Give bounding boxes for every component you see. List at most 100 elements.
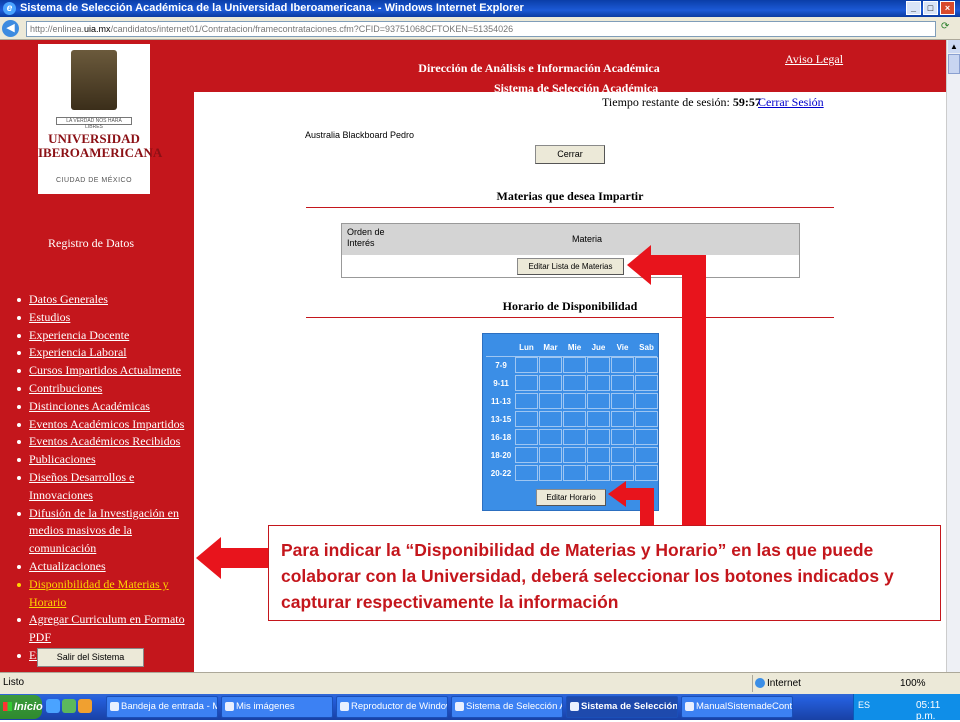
- minimize-button[interactable]: _: [906, 1, 921, 15]
- schedule-cell: [563, 357, 586, 373]
- legal-notice-link[interactable]: Aviso Legal: [785, 52, 843, 67]
- schedule-grid: Lun Mar Mie Jue Vie Sab 7-9 9-11 11-13 1…: [482, 333, 659, 511]
- day-header: Lun: [519, 343, 534, 352]
- vertical-scrollbar[interactable]: ▲: [946, 40, 960, 672]
- address-bar: ◀ http://enlinea.uia.mx/candidatos/inter…: [0, 17, 960, 40]
- sidebar-item-curriculum-pdf[interactable]: Agregar Curriculum en Formato PDF: [17, 611, 192, 647]
- sidebar-item-experiencia-laboral[interactable]: Experiencia Laboral: [17, 344, 192, 362]
- session-time: 59:57: [732, 95, 761, 109]
- schedule-cell: [635, 411, 658, 427]
- schedule-cell: [611, 393, 634, 409]
- sidebar-item-eventos-recibidos[interactable]: Eventos Académicos Recibidos: [17, 433, 192, 451]
- sidebar-menu: Datos Generales Estudios Experiencia Doc…: [17, 291, 192, 665]
- globe-icon: [755, 678, 765, 688]
- sidebar-item-disponibilidad[interactable]: Disponibilidad de Materias y Horario: [17, 576, 192, 612]
- schedule-cell: [635, 447, 658, 463]
- schedule-cell: [539, 357, 562, 373]
- callout-text: Para indicar la “Disponibilidad de Mater…: [281, 540, 894, 612]
- close-button[interactable]: Cerrar: [535, 145, 605, 164]
- schedule-cell: [611, 357, 634, 373]
- window-title-bar: e Sistema de Selección Académica de la U…: [0, 0, 960, 17]
- scroll-thumb[interactable]: [948, 54, 960, 74]
- edit-subjects-button[interactable]: Editar Lista de Materias: [517, 258, 624, 275]
- schedule-cell: [635, 465, 658, 481]
- sidebar-item-actualizaciones[interactable]: Actualizaciones: [17, 558, 192, 576]
- user-name: Australia Blackboard Pedro: [305, 130, 415, 140]
- logout-link[interactable]: Cerrar Sesión: [758, 95, 824, 110]
- logout-button[interactable]: Salir del Sistema: [37, 648, 144, 667]
- schedule-cell: [587, 357, 610, 373]
- folder-icon: [225, 702, 234, 711]
- annotation-arrow-head: [196, 537, 221, 579]
- quicklaunch-icon[interactable]: [78, 699, 92, 713]
- annotation-arrow-shaft: [220, 548, 268, 568]
- security-zone: Internet: [752, 675, 867, 692]
- schedule-cell: [515, 393, 538, 409]
- close-window-button[interactable]: ×: [940, 1, 955, 15]
- col-order-header: Orden de Interés: [347, 227, 385, 248]
- outlook-icon: [110, 702, 119, 711]
- annotation-arrow-shaft: [625, 488, 654, 500]
- ie-quicklaunch-icon[interactable]: [46, 699, 60, 713]
- subjects-section-title: Materias que desea Impartir: [306, 189, 834, 208]
- schedule-cell: [611, 429, 634, 445]
- page-content: LA VERDAD NOS HARÁ LIBRES UNIVERSIDAD IBE…: [0, 40, 946, 672]
- sidebar-item-datos-generales[interactable]: Datos Generales: [17, 291, 192, 309]
- taskbar-item[interactable]: Reproductor de Window...: [336, 696, 448, 718]
- taskbar-item-active[interactable]: Sistema de Selección ...: [566, 696, 678, 718]
- annotation-arrow-shaft: [648, 255, 706, 275]
- day-header: Jue: [591, 343, 606, 352]
- status-text: Listo: [3, 677, 25, 688]
- sidebar-item-disenos[interactable]: Diseños Desarrollos e Innovaciones: [17, 469, 192, 505]
- schedule-cell: [539, 375, 562, 391]
- header-subtitle: Sistema de Selección Académica: [494, 81, 659, 95]
- schedule-cell: [635, 393, 658, 409]
- schedule-cell: [515, 429, 538, 445]
- subjects-table: Orden de Interés Materia Editar Lista de…: [341, 223, 800, 278]
- quicklaunch-icon[interactable]: [62, 699, 76, 713]
- day-header: Sab: [639, 343, 654, 352]
- slot-label: 7-9: [495, 361, 507, 370]
- refresh-icon[interactable]: ⟳: [941, 21, 955, 36]
- start-button[interactable]: Inicio: [0, 695, 43, 719]
- schedule-cell: [539, 447, 562, 463]
- col-subject-header: Materia: [572, 234, 603, 244]
- slot-label: 16-18: [490, 433, 512, 442]
- schedule-cell: [587, 447, 610, 463]
- taskbar-item[interactable]: Bandeja de entrada - Mic...: [106, 696, 218, 718]
- back-icon[interactable]: ◀: [2, 20, 19, 37]
- language-indicator[interactable]: ES: [858, 700, 870, 710]
- edit-schedule-button[interactable]: Editar Horario: [536, 489, 606, 506]
- sidebar-item-estudios[interactable]: Estudios: [17, 309, 192, 327]
- schedule-cell: [563, 429, 586, 445]
- schedule-cell: [587, 429, 610, 445]
- sidebar-item-difusion[interactable]: Difusión de la Investigación en medios m…: [17, 505, 192, 558]
- zoom-level[interactable]: 100%: [900, 675, 926, 692]
- schedule-cell: [611, 447, 634, 463]
- schedule-cell: [539, 411, 562, 427]
- taskbar-item[interactable]: Sistema de Selección Aca...: [451, 696, 563, 718]
- sidebar-item-cursos-impartidos[interactable]: Cursos Impartidos Actualmente: [17, 362, 192, 380]
- taskbar-item[interactable]: Mis imágenes: [221, 696, 333, 718]
- maximize-button[interactable]: □: [923, 1, 938, 15]
- pdf-icon: [685, 702, 694, 711]
- slot-label: 13-15: [490, 415, 512, 424]
- sidebar-item-eventos-impartidos[interactable]: Eventos Académicos Impartidos: [17, 416, 192, 434]
- taskbar-item[interactable]: ManualSistemadeContrat...: [681, 696, 793, 718]
- schedule-cell: [563, 393, 586, 409]
- schedule-cell: [515, 357, 538, 373]
- schedule-cell: [635, 357, 658, 373]
- schedule-cell: [515, 411, 538, 427]
- sidebar-item-distinciones[interactable]: Distinciones Académicas: [17, 398, 192, 416]
- schedule-cell: [539, 465, 562, 481]
- schedule-cell: [611, 375, 634, 391]
- schedule-cell: [611, 465, 634, 481]
- scroll-up-icon[interactable]: ▲: [948, 40, 960, 53]
- schedule-cell: [635, 375, 658, 391]
- sidebar-item-contribuciones[interactable]: Contribuciones: [17, 380, 192, 398]
- subjects-table-header: Orden de Interés Materia: [342, 224, 799, 255]
- sidebar-item-experiencia-docente[interactable]: Experiencia Docente: [17, 327, 192, 345]
- url-field[interactable]: http://enlinea.uia.mx/candidatos/interne…: [26, 21, 936, 37]
- slot-label: 18-20: [490, 451, 512, 460]
- sidebar-item-publicaciones[interactable]: Publicaciones: [17, 451, 192, 469]
